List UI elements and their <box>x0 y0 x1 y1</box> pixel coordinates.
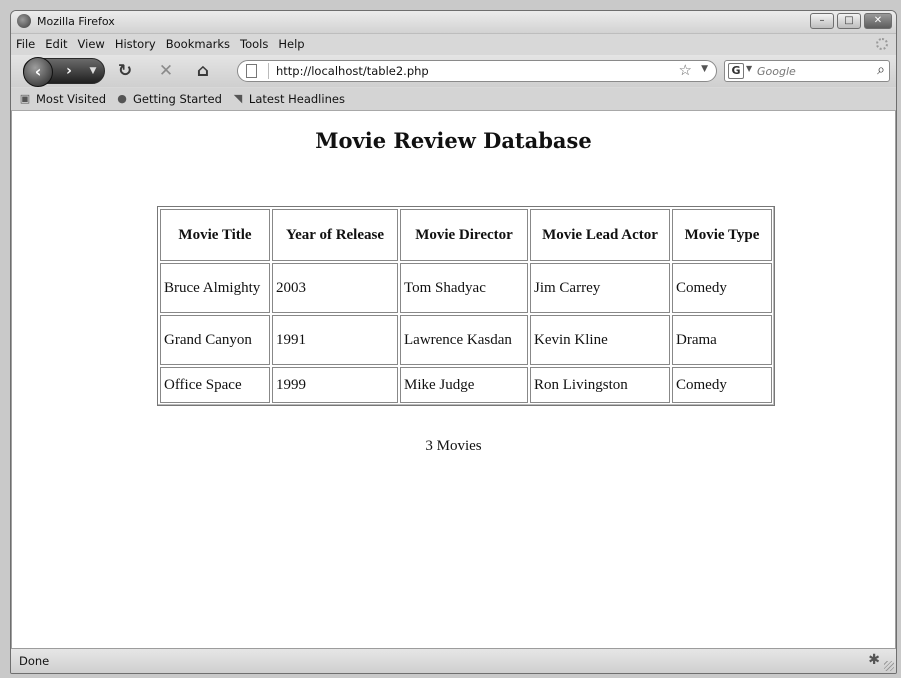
url-dropdown-icon[interactable]: ▼ <box>701 64 708 74</box>
cell-type: Drama <box>672 315 772 365</box>
table-row: Bruce Almighty 2003 Tom Shadyac Jim Carr… <box>160 263 772 313</box>
cell-type: Comedy <box>672 367 772 403</box>
movie-table: Movie Title Year of Release Movie Direct… <box>157 206 775 406</box>
cell-title: Office Space <box>160 367 270 403</box>
table-row: Grand Canyon 1991 Lawrence Kasdan Kevin … <box>160 315 772 365</box>
cell-actor: Ron Livingston <box>530 367 670 403</box>
header-director: Movie Director <box>400 209 528 261</box>
page-icon <box>246 64 257 78</box>
cell-title: Grand Canyon <box>160 315 270 365</box>
bookmarks-toolbar: ▣ Most Visited ● Getting Started ◥ Lates… <box>11 88 896 111</box>
bookmark-getting-started[interactable]: ● Getting Started <box>116 92 222 106</box>
firefox-icon: ● <box>117 92 127 105</box>
history-dropdown-icon[interactable]: ▼ <box>86 62 100 80</box>
menu-history[interactable]: History <box>110 37 161 51</box>
menu-edit[interactable]: Edit <box>40 37 72 51</box>
cell-year: 2003 <box>272 263 398 313</box>
navigation-toolbar: ‹ › ▼ ↻ ✕ ⌂ http://localhost/table2.php … <box>11 55 896 87</box>
stop-icon[interactable]: ✕ <box>156 61 176 81</box>
resize-grip[interactable] <box>884 661 894 671</box>
throbber-icon <box>876 38 888 50</box>
status-bar: Done ✱ <box>11 648 896 673</box>
firefox-logo-icon <box>17 14 31 28</box>
bookmark-folder-icon: ▣ <box>19 92 31 105</box>
back-button[interactable]: ‹ <box>23 57 53 87</box>
bookmark-label: Most Visited <box>36 92 106 106</box>
title-bar: Mozilla Firefox – □ ✕ <box>11 11 896 34</box>
menu-bookmarks[interactable]: Bookmarks <box>161 37 235 51</box>
search-magnifier-icon[interactable]: ⌕ <box>877 62 885 78</box>
window-title: Mozilla Firefox <box>37 15 115 28</box>
cell-actor: Jim Carrey <box>530 263 670 313</box>
close-button[interactable]: ✕ <box>864 13 892 29</box>
page-title: Movie Review Database <box>315 128 592 153</box>
menu-view[interactable]: View <box>73 37 110 51</box>
header-movie-title: Movie Title <box>160 209 270 261</box>
menu-tools[interactable]: Tools <box>235 37 273 51</box>
minimize-button[interactable]: – <box>810 13 834 29</box>
bookmark-latest-headlines[interactable]: ◥ Latest Headlines <box>232 92 345 106</box>
search-engine-dropdown-icon[interactable]: ▼ <box>746 64 752 73</box>
addon-status-icon[interactable]: ✱ <box>868 652 880 668</box>
status-text: Done <box>19 654 50 668</box>
home-icon[interactable]: ⌂ <box>193 61 213 81</box>
header-movie-type: Movie Type <box>672 209 772 261</box>
reload-icon[interactable]: ↻ <box>115 61 135 81</box>
search-input[interactable] <box>757 62 857 80</box>
rss-feed-icon: ◥ <box>233 92 243 105</box>
forward-button[interactable]: › <box>58 60 80 82</box>
table-header-row: Movie Title Year of Release Movie Direct… <box>160 209 772 261</box>
header-year: Year of Release <box>272 209 398 261</box>
cell-actor: Kevin Kline <box>530 315 670 365</box>
cell-director: Lawrence Kasdan <box>400 315 528 365</box>
menu-file[interactable]: File <box>11 37 40 51</box>
cell-year: 1999 <box>272 367 398 403</box>
window-controls: – □ ✕ <box>810 13 892 29</box>
url-text[interactable]: http://localhost/table2.php <box>276 64 429 78</box>
cell-director: Tom Shadyac <box>400 263 528 313</box>
cell-title: Bruce Almighty <box>160 263 270 313</box>
url-separator <box>268 63 269 79</box>
maximize-button[interactable]: □ <box>837 13 861 29</box>
search-engine-icon[interactable]: G <box>728 63 744 79</box>
bookmark-star-icon[interactable]: ☆ <box>679 61 692 79</box>
url-bar[interactable]: http://localhost/table2.php ☆ ▼ <box>237 60 717 82</box>
page-content: Movie Review Database Movie Title Year o… <box>11 111 896 649</box>
browser-window: Mozilla Firefox – □ ✕ File Edit View His… <box>10 10 897 674</box>
back-forward-group: ‹ › ▼ <box>23 57 105 87</box>
cell-director: Mike Judge <box>400 367 528 403</box>
bookmark-label: Latest Headlines <box>248 92 345 106</box>
search-bar[interactable]: G ▼ ⌕ <box>724 60 890 82</box>
cell-year: 1991 <box>272 315 398 365</box>
menu-help[interactable]: Help <box>273 37 309 51</box>
cell-type: Comedy <box>672 263 772 313</box>
movie-count: 3 Movies <box>425 438 482 454</box>
menu-bar: File Edit View History Bookmarks Tools H… <box>11 34 896 54</box>
bookmark-label: Getting Started <box>133 92 222 106</box>
header-lead-actor: Movie Lead Actor <box>530 209 670 261</box>
table-row: Office Space 1999 Mike Judge Ron Livings… <box>160 367 772 403</box>
bookmark-most-visited[interactable]: ▣ Most Visited <box>19 92 106 106</box>
